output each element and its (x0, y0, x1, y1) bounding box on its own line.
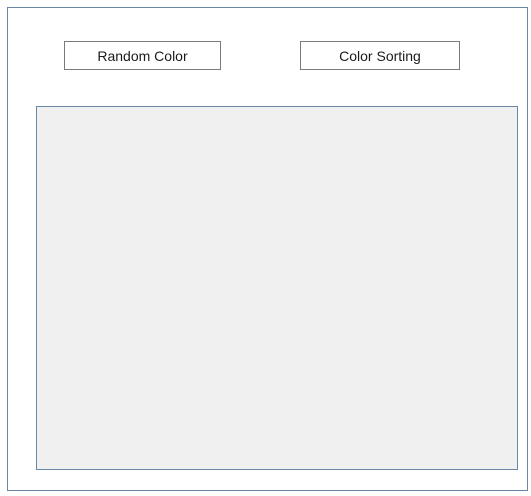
random-color-button[interactable]: Random Color (64, 41, 221, 70)
color-sorting-button[interactable]: Color Sorting (300, 41, 460, 70)
color-display-panel (36, 106, 518, 470)
app-window: Random Color Color Sorting (7, 7, 528, 491)
